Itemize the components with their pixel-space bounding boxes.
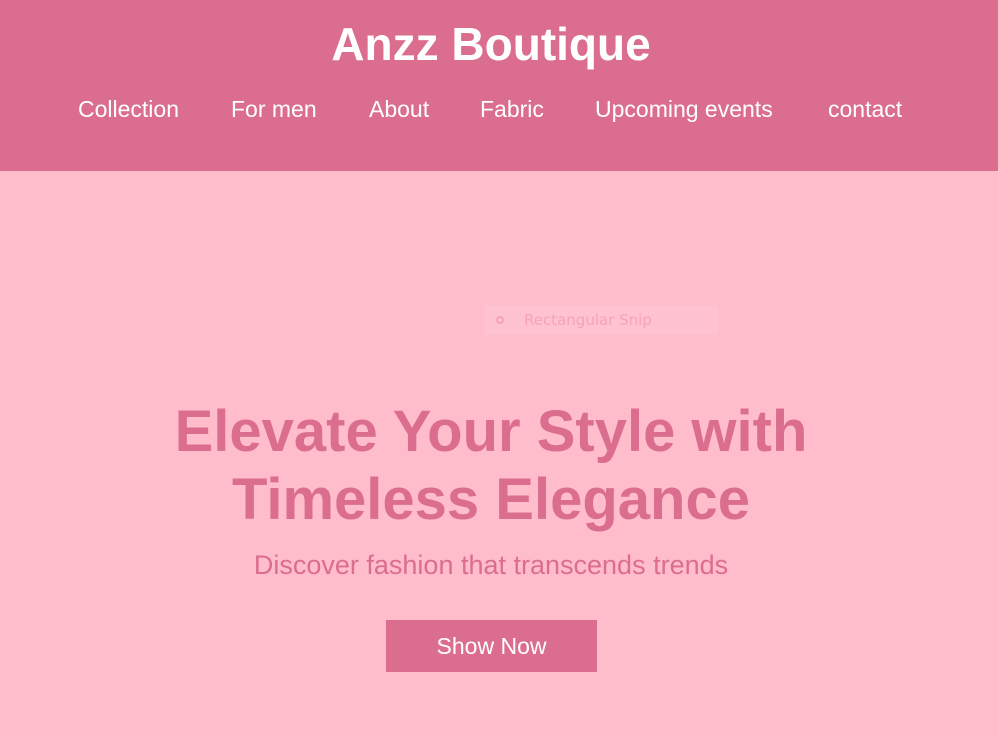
- hero-title: Elevate Your Style with Timeless Eleganc…: [0, 398, 982, 534]
- nav-link-about[interactable]: About: [369, 93, 429, 125]
- main-nav: Collection For men About Fabric Upcoming…: [0, 93, 998, 125]
- hero-subtitle: Discover fashion that transcends trends: [253, 550, 729, 580]
- show-now-button[interactable]: Show Now: [386, 620, 597, 672]
- nav-link-upcoming-events[interactable]: Upcoming events: [595, 93, 773, 125]
- nav-link-collection[interactable]: Collection: [78, 93, 179, 125]
- site-header: Anzz Boutique Collection For men About F…: [0, 0, 998, 171]
- rectangular-snip-overlay: Rectangular Snip: [484, 305, 718, 335]
- hero-title-line-1: Elevate Your Style with: [174, 399, 808, 464]
- hero-title-line-2: Timeless Elegance: [231, 467, 750, 532]
- nav-link-fabric[interactable]: Fabric: [480, 93, 544, 125]
- snip-label: Rectangular Snip: [524, 311, 652, 329]
- scissors-icon: [492, 312, 508, 328]
- brand-title: Anzz Boutique: [331, 18, 651, 70]
- nav-link-for-men[interactable]: For men: [231, 93, 317, 125]
- nav-link-contact[interactable]: contact: [828, 93, 902, 125]
